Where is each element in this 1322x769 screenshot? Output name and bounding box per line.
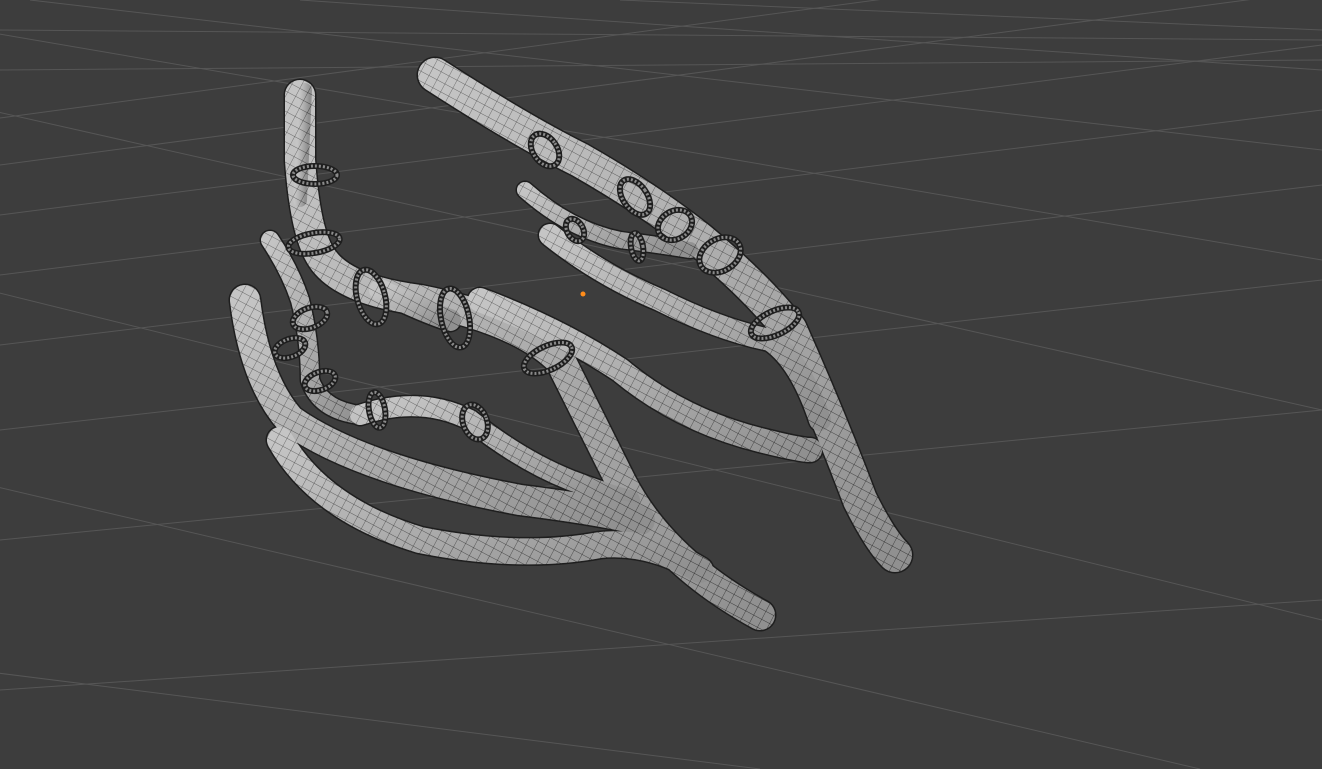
grid-line xyxy=(0,29,1322,41)
viewport-canvas[interactable] xyxy=(0,0,1322,769)
grid-line xyxy=(29,0,1322,151)
3d-viewport[interactable] xyxy=(0,0,1322,769)
grid-line xyxy=(619,0,1322,31)
branching-tubes-mesh[interactable] xyxy=(228,56,914,632)
grid-line xyxy=(0,599,1322,691)
grid-line xyxy=(0,0,881,119)
object-origin-dot xyxy=(580,291,586,297)
